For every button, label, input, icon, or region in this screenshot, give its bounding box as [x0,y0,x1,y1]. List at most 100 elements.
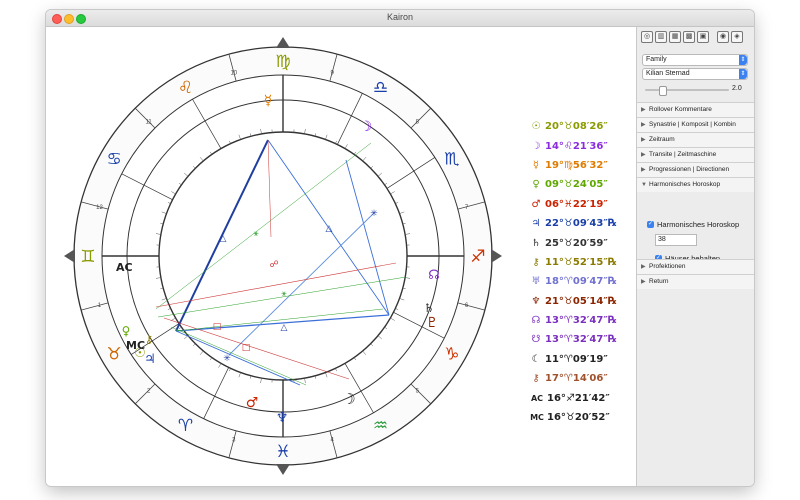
aspect-marker-icon: △ [326,224,333,234]
planet-position-text: 18°♈09′47″℞ [545,276,617,288]
ascendant-label: AC [116,261,133,274]
planet-position-row[interactable]: AC 16°♐21′42″ [530,388,630,407]
planet-glyph-icon: ☿ [532,159,540,171]
planet-position-row[interactable]: ♃ 22°♉09′43″℞ [530,214,630,233]
chevron-updown-icon: ⇕ [739,69,747,79]
person-select[interactable]: Kilian Sternad ⇕ [642,68,748,80]
planet-glyph-icon: ⚷ [145,333,153,346]
section-return[interactable]: ▶ Return [637,274,754,289]
planet-glyph-icon: ♆ [531,295,541,307]
aspect-marker-icon: ✳ [223,354,231,364]
scale-slider[interactable] [645,86,729,96]
orientation-marker [276,37,290,48]
section-progressionen-directionen[interactable]: ▶ Progressionen | Directionen [637,162,754,177]
planet-position-row[interactable]: ☊ 13°♈32′47″℞ [530,311,630,330]
planet-position-row[interactable]: ☋ 13°♈32′47″℞ [530,330,630,349]
planet-position-row[interactable]: ♆ 21°♉05′14″℞ [530,292,630,311]
grid-icon[interactable]: ▦ [669,31,681,43]
orientation-marker [491,249,502,263]
wheel-icon[interactable]: ◎ [641,31,653,43]
harmonic-number-field[interactable]: 38 [655,234,697,246]
zodiac-sign-icon: ♊ [80,247,95,267]
planet-position-row[interactable]: ⚷ 11°♉52′15″℞ [530,253,630,272]
section-synastrie-komposit-kombin[interactable]: ▶ Synastrie | Komposit | Kombin [637,117,754,132]
orientation-marker [64,249,75,263]
planet-position-text: 20°♉08′26″ [545,121,608,133]
planet-position-row[interactable]: ♅ 18°♈09′47″℞ [530,272,630,291]
planet-glyph-icon: ☊ [428,268,440,283]
section-label: Progressionen | Directionen [649,166,730,173]
planet-position-text: 21°♉05′14″℞ [545,295,617,307]
disclosure-right-icon: ▶ [641,279,646,285]
planet-position-text: 13°♈32′47″℞ [545,334,617,346]
planet-glyph-icon: ☾ [531,353,541,365]
section-label: Rollover Kommentare [649,106,712,113]
planet-position-text: 06°♓22′19″ [545,198,608,210]
planet-position-text: 22°♉09′43″℞ [545,218,617,230]
harmonic-checkbox[interactable]: ✓ Harmonisches Horoskop [647,220,739,229]
planet-glyph-icon: ♀ [532,179,540,191]
zodiac-sign-icon: ♓ [275,442,290,462]
section-label: Return [649,278,669,285]
section-transite-zeitmaschine[interactable]: ▶ Transite | Zeitmaschine [637,147,754,162]
planet-position-row[interactable]: ☉ 20°♉08′26″ [530,117,630,136]
planet-position-row[interactable]: ⚷ 17°♈14′06″ [530,369,630,388]
planet-position-row[interactable]: ♂ 06°♓22′19″ [530,195,630,214]
zodiac-sign-icon: ♍ [275,52,290,72]
zodiac-sign-icon: ♏ [444,150,459,170]
section-label: Synastrie | Komposit | Kombin [649,121,736,128]
midheaven-label: MC [126,339,145,352]
globe-icon[interactable]: ◉ [717,31,729,43]
aspect-marker-icon: □ [213,322,222,332]
section-harmonisches-horoskop[interactable]: ▼ Harmonisches Horoskop [637,177,754,192]
group-select-value: Family [646,56,667,63]
zodiac-sign-icon: ♐ [470,247,485,267]
zodiac-sign-icon: ♒ [373,416,388,436]
aspect-marker-icon: ☍ [269,260,278,270]
planet-position-text: 09°♉24′05″ [545,179,608,191]
planet-position-text: 11°♉52′15″℞ [545,256,617,268]
planet-position-row[interactable]: ♄ 25°♉20′59″ [530,233,630,252]
orientation-marker [276,464,290,475]
checkmark-icon: ✓ [647,221,654,228]
planet-glyph-icon: ⚷ [532,373,540,385]
planet-position-row[interactable]: ☿ 19°♍56′32″ [530,156,630,175]
zodiac-sign-icon: ♈ [178,416,193,436]
house-number: 10 [230,70,237,76]
section-zeitraum[interactable]: ▶ Zeitraum [637,132,754,147]
planet-glyph-icon: ♄ [531,237,541,249]
aspect-marker-icon: ⚹ [253,229,259,239]
planet-position-row[interactable]: ♀ 09°♉24′05″ [530,175,630,194]
inner-circle [158,131,408,381]
zodiac-sign-icon: ♑ [444,345,459,365]
layers-icon[interactable]: ◈ [731,31,743,43]
disclosure-right-icon: ▶ [641,107,646,113]
sidebar: ◎ ▥ ▦ ▩ ▣ ◉ ◈ Family ⇕ Kilian Sternad ⇕ 2.0 ▶ R… [636,27,754,486]
disclosure-right-icon: ▶ [641,167,646,173]
planet-position-text: 17°♈14′06″ [545,373,608,385]
section-profektionen[interactable]: ▶ Profektionen [637,259,754,274]
bars-icon[interactable]: ▥ [655,31,667,43]
planet-position-row[interactable]: ☽ 14°♌21′36″ [530,136,630,155]
crossgrid-icon[interactable]: ▩ [683,31,695,43]
zodiac-sign-icon: ♋ [107,150,122,170]
group-select[interactable]: Family ⇕ [642,54,748,66]
planet-position-text: 16°♐21′42″ [547,392,610,404]
title-bar: Kairon [46,10,754,27]
disclosure-right-icon: ▶ [641,137,646,143]
planet-position-row[interactable]: ☾ 11°♈09′19″ [530,350,630,369]
planet-position-row[interactable]: MC 16°♉20′52″ [530,408,630,427]
planet-glyph-icon: ♄ [424,301,435,315]
planet-position-list: ☉ 20°♉08′26″ ☽ 14°♌21′36″ ☿ 19°♍56′32″ ♀ 09°♉24… [530,117,630,427]
horoscope-wheel[interactable]: ♍♌♋♊♉♈♓♒♑♐♏♎123 456789101112△△△✳✳□□☍⚹⚹☿☽☊… [46,27,530,486]
planet-glyph-icon: ☉ [531,121,541,133]
planet-position-text: 14°♌21′36″ [545,140,608,152]
disclosure-right-icon: ▶ [641,122,646,128]
planet-glyph-icon: ♇ [426,315,439,331]
chart-area: ♍ ♌ ♋ ♊ ♉ ♈ ♓ ♒ ♑ ♐ ♏ ♎ 1 2 3 4 5 6 7 8 9 10 11 12 △ △ △ ✳ ✳ □ □ ☍ ⚹ ⚹ ☿ ☽ ☊… [46,27,636,486]
section-rollover-kommentare[interactable]: ▶ Rollover Kommentare [637,102,754,117]
slider-knob[interactable] [658,86,667,96]
calc-icon[interactable]: ▣ [697,31,709,43]
planet-position-text: 11°♈09′19″ [545,353,608,365]
planet-glyph-icon: ♀ [122,324,131,338]
